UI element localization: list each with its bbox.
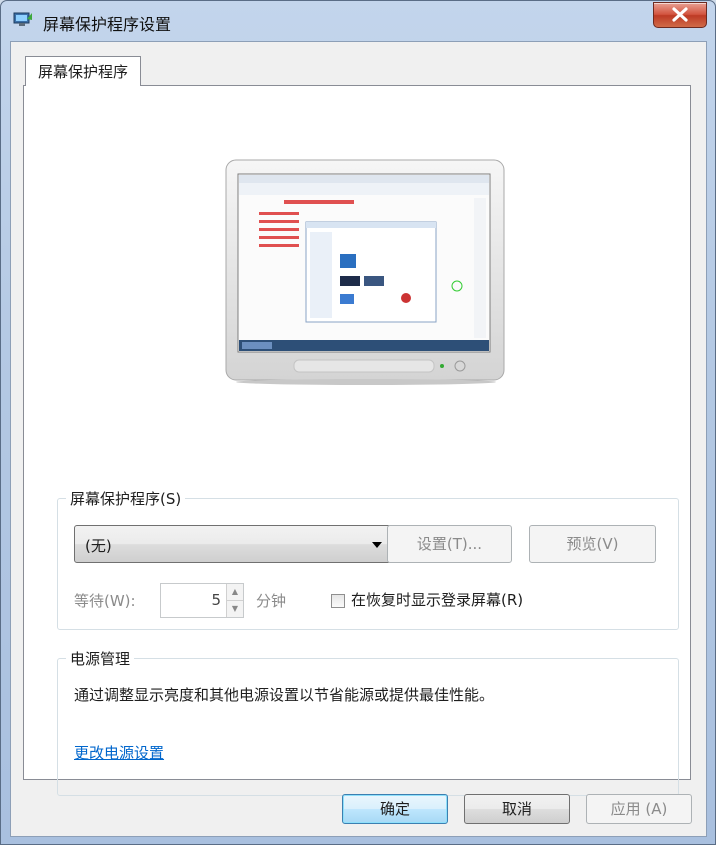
wait-minutes-value: 5 xyxy=(211,591,221,609)
resume-logon-label[interactable]: 在恢复时显示登录屏幕(R) xyxy=(351,589,523,610)
power-description: 通过调整显示亮度和其他电源设置以节省能源或提供最佳性能。 xyxy=(74,686,495,704)
stepper-buttons: ▲ ▼ xyxy=(226,584,243,617)
window-title: 屏幕保护程序设置 xyxy=(43,15,172,34)
power-management-group: 电源管理 xyxy=(57,648,679,796)
close-icon xyxy=(672,7,688,22)
stepper-down-icon[interactable]: ▼ xyxy=(227,601,243,617)
resume-logon-checkbox[interactable] xyxy=(331,594,345,608)
preview-button[interactable]: 预览(V) xyxy=(529,525,656,563)
title-bar[interactable]: 屏幕保护程序设置 xyxy=(1,1,715,41)
change-power-settings-link[interactable]: 更改电源设置 xyxy=(74,742,164,763)
power-group-label: 电源管理 xyxy=(66,648,135,669)
screensaver-select[interactable]: (无) xyxy=(74,525,391,563)
stepper-up-icon[interactable]: ▲ xyxy=(227,584,243,601)
tab-screensaver[interactable]: 屏幕保护程序 xyxy=(25,56,142,86)
ok-button[interactable]: 确定 xyxy=(342,794,448,824)
screensaver-group: 屏幕保护程序(S) xyxy=(57,488,679,630)
wait-label: 等待(W): xyxy=(74,592,136,610)
apply-button[interactable]: 应用 (A) xyxy=(586,794,692,824)
screensaver-settings-window: 屏幕保护程序设置 屏幕保护程序 屏幕保护程序(S) (无) 设置(T)... 预… xyxy=(0,0,716,845)
tab-panel: 屏幕保护程序(S) (无) 设置(T)... 预览(V) 等待(W): 5 ▲ … xyxy=(23,85,691,796)
minutes-label: 分钟 xyxy=(256,592,287,610)
chevron-down-icon xyxy=(372,542,382,548)
screensaver-select-value: (无) xyxy=(85,537,112,555)
dialog-client-area: 屏幕保护程序 屏幕保护程序(S) (无) 设置(T)... 预览(V) 等待(W… xyxy=(10,41,707,837)
close-button[interactable] xyxy=(653,2,707,28)
wait-minutes-stepper[interactable]: 5 ▲ ▼ xyxy=(160,583,244,618)
screensaver-group-label: 屏幕保护程序(S) xyxy=(66,488,186,509)
monitor-preview xyxy=(225,159,505,385)
settings-button[interactable]: 设置(T)... xyxy=(387,525,512,563)
display-properties-icon xyxy=(13,12,32,26)
cancel-button[interactable]: 取消 xyxy=(464,794,570,824)
